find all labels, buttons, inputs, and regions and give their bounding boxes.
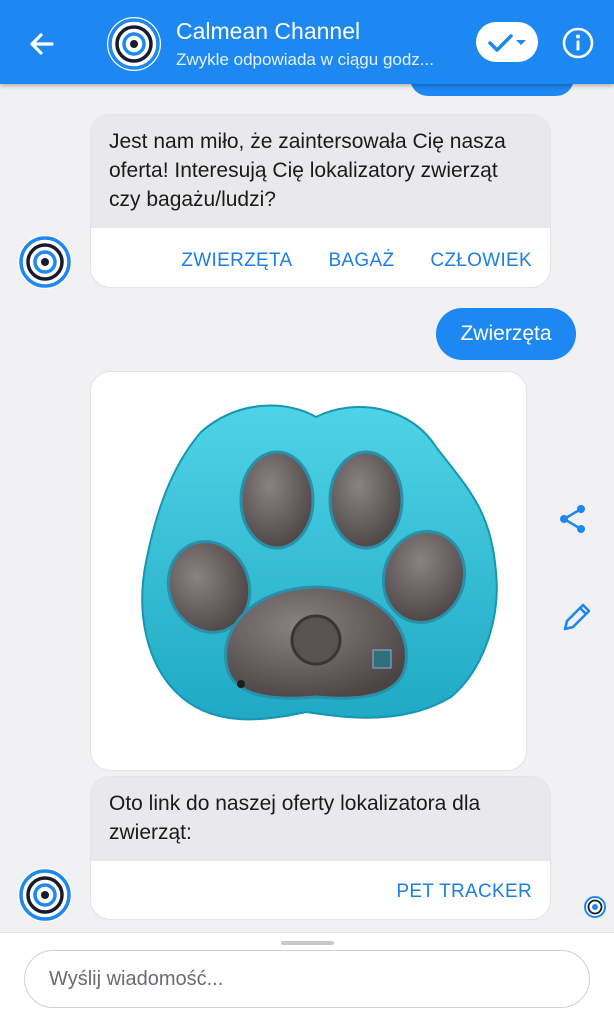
info-icon <box>562 27 594 59</box>
read-receipt <box>583 895 607 919</box>
bot-link-text: Oto link do naszej oferty lokalizatora d… <box>91 777 550 861</box>
arrow-left-icon <box>30 33 54 55</box>
bot-link-card: Oto link do naszej oferty lokalizatora d… <box>90 776 551 920</box>
calmean-logo-icon <box>108 18 160 70</box>
channel-avatar[interactable] <box>107 17 161 71</box>
paw-tracker-image <box>141 404 498 721</box>
bot-avatar[interactable] <box>18 868 72 922</box>
user-message: Zwierzęta <box>436 308 576 360</box>
chat-header: Calmean Channel Zwykle odpowiada w ciągu… <box>0 0 614 84</box>
quick-reply-zwierzeta[interactable]: ZWIERZĘTA <box>181 250 292 272</box>
share-button[interactable] <box>556 502 590 536</box>
status-toggle-button[interactable] <box>476 22 538 62</box>
link-buttons: PET TRACKER <box>91 861 550 919</box>
share-icon <box>560 505 585 533</box>
response-time-status: Zwykle odpowiada w ciągu godz... <box>176 50 434 69</box>
quick-reply-czlowiek[interactable]: CZŁOWIEK <box>430 250 532 272</box>
calmean-seen-icon <box>584 896 606 918</box>
bot-question-card: Jest nam miło, że zaintersowała Cię nasz… <box>90 114 551 288</box>
drag-handle[interactable] <box>281 941 334 945</box>
product-image-card[interactable] <box>90 371 527 771</box>
bot-avatar[interactable] <box>18 235 72 289</box>
quick-reply-bagaz[interactable]: BAGAŻ <box>328 250 394 272</box>
check-dropdown-icon <box>488 34 526 52</box>
calmean-logo-icon <box>19 236 71 288</box>
message-input[interactable] <box>24 950 590 1008</box>
pencil-icon <box>563 603 591 631</box>
channel-title[interactable]: Calmean Channel <box>176 18 360 45</box>
info-button[interactable] <box>558 23 598 63</box>
quick-reply-buttons: ZWIERZĘTA BAGAŻ CZŁOWIEK <box>91 228 550 287</box>
calmean-logo-icon <box>19 869 71 921</box>
pet-tracker-button[interactable]: PET TRACKER <box>396 881 532 903</box>
edit-button[interactable] <box>560 600 594 634</box>
bot-question-text: Jest nam miło, że zaintersowała Cię nasz… <box>91 115 550 228</box>
back-button[interactable] <box>22 24 62 64</box>
